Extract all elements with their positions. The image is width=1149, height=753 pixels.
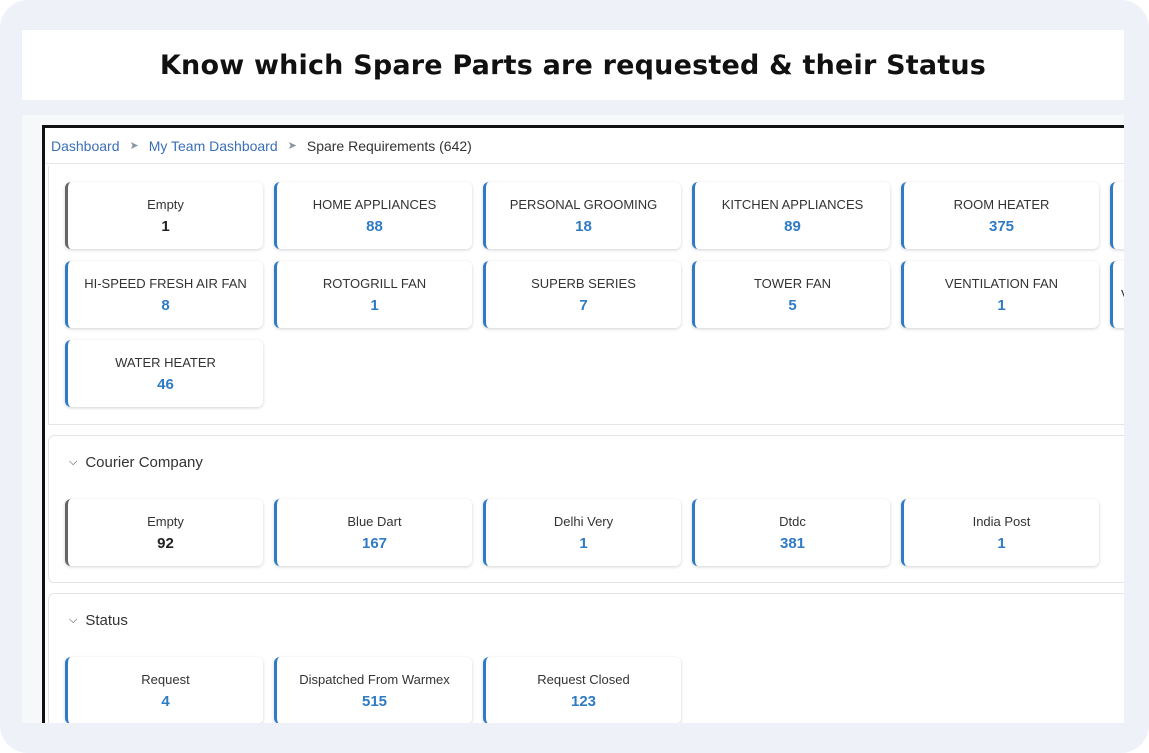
filter-card[interactable]: Blue Dart 167 [274,499,472,566]
card-label: HI-SPEED FRESH AIR FAN [84,275,247,291]
card-count: 4 [161,692,170,710]
card-count: 1 [997,534,1006,552]
filter-card[interactable]: ROOM HEATER 375 [901,182,1099,249]
title-band: Know which Spare Parts are requested & t… [22,30,1124,100]
card-count: 46 [157,375,174,393]
card-count: 1 [161,217,170,235]
breadcrumb: Dashboard ➤ My Team Dashboard ➤ Spare Re… [45,128,1124,164]
filter-card[interactable]: PERSONAL GROOMING 18 [483,182,681,249]
card-count: 123 [570,692,597,710]
filter-card[interactable]: Dispatched From Warmex 515 [274,657,472,723]
breadcrumb-my-team-dashboard[interactable]: My Team Dashboard [149,138,278,154]
breadcrumb-separator-icon: ➤ [129,140,139,152]
card-label: HOME APPLIANCES [312,196,437,212]
card-count: 1 [997,296,1006,314]
card-count: 515 [361,692,388,710]
card-label: TOWER FAN [753,275,832,291]
section-title: Courier Company [85,454,203,471]
chevron-down-icon: ⌵ [69,456,78,468]
card-label: ROTOGRILL FAN [322,275,427,291]
filter-card[interactable]: HI-SPEED FRESH AIR FAN 8 [65,261,263,328]
filter-card[interactable]: WATER HEATER 46 [65,340,263,407]
filter-card[interactable]: VENTILATION FAN 1 [901,261,1099,328]
card-label: Empty [147,196,184,212]
card-count: 7 [579,296,588,314]
card-label: Delhi Very [553,513,614,529]
card-label: KITCHEN APPLIANCES [721,196,864,212]
filter-card[interactable]: Request Closed 123 [483,657,681,723]
breadcrumb-current: Spare Requirements (642) [306,137,472,154]
screenshot: Dashboard ➤ My Team Dashboard ➤ Spare Re… [22,115,1124,723]
card-count: 88 [366,217,383,235]
card-label: WATER HEATER [115,354,216,370]
card-count: 18 [575,217,592,235]
card-count: 167 [361,534,388,552]
card-count: 1 [370,296,379,314]
card-label: Blue Dart [347,513,402,529]
card-count: 92 [157,534,174,552]
card-count: 375 [988,217,1015,235]
filter-card[interactable]: Dtdc 381 [692,499,890,566]
filter-card[interactable]: Empty 1 [65,182,263,249]
filter-card[interactable]: V [1110,261,1124,328]
breadcrumb-dashboard[interactable]: Dashboard [51,138,120,154]
app-window: Dashboard ➤ My Team Dashboard ➤ Spare Re… [42,125,1124,723]
card-label: V [1121,287,1124,302]
card-label: PERSONAL GROOMING [509,196,658,212]
section-title: Status [85,612,128,629]
filter-card[interactable]: TOWER FAN 5 [692,261,890,328]
filter-card[interactable]: Request 4 [65,657,263,723]
filter-card[interactable]: SUPERB SERIES 7 [483,261,681,328]
filter-card[interactable]: Delhi Very 1 [483,499,681,566]
category-panel: Empty 1 HOME APPLIANCES 88 PERSONAL GROOMING… [48,166,1124,425]
card-label: Request [141,671,190,687]
filter-card[interactable]: HOME APPLIANCES 88 [274,182,472,249]
card-label: Request Closed [537,671,630,687]
card-label: VENTILATION FAN [944,275,1059,291]
filter-card[interactable]: India Post 1 [901,499,1099,566]
breadcrumb-separator-icon: ➤ [287,140,297,152]
card-label: India Post [972,513,1031,529]
courier-company-header[interactable]: ⌵ Courier Company [69,454,203,471]
filter-card[interactable]: ROTOGRILL FAN 1 [274,261,472,328]
card-count: 89 [784,217,801,235]
card-count: 381 [779,534,806,552]
status-panel: ⌵ Status Request 4 Dispatched From Warmex 5… [48,593,1124,723]
chevron-down-icon: ⌵ [69,614,78,626]
card-count: 1 [579,534,588,552]
filter-card[interactable] [1110,182,1124,249]
card-count: 8 [161,296,170,314]
card-label: ROOM HEATER [953,196,1050,212]
card-label: Dtdc [779,513,806,529]
card-label: SUPERB SERIES [531,275,636,291]
status-header[interactable]: ⌵ Status [69,612,128,629]
card-label: Dispatched From Warmex [299,671,450,687]
card-count: 5 [788,296,797,314]
card-label: Empty [147,513,184,529]
filter-card[interactable]: KITCHEN APPLIANCES 89 [692,182,890,249]
courier-company-panel: ⌵ Courier Company Empty 92 Blue Dart 167 Del… [48,435,1124,583]
filter-card[interactable]: Empty 92 [65,499,263,566]
page-heading: Know which Spare Parts are requested & t… [159,49,987,81]
